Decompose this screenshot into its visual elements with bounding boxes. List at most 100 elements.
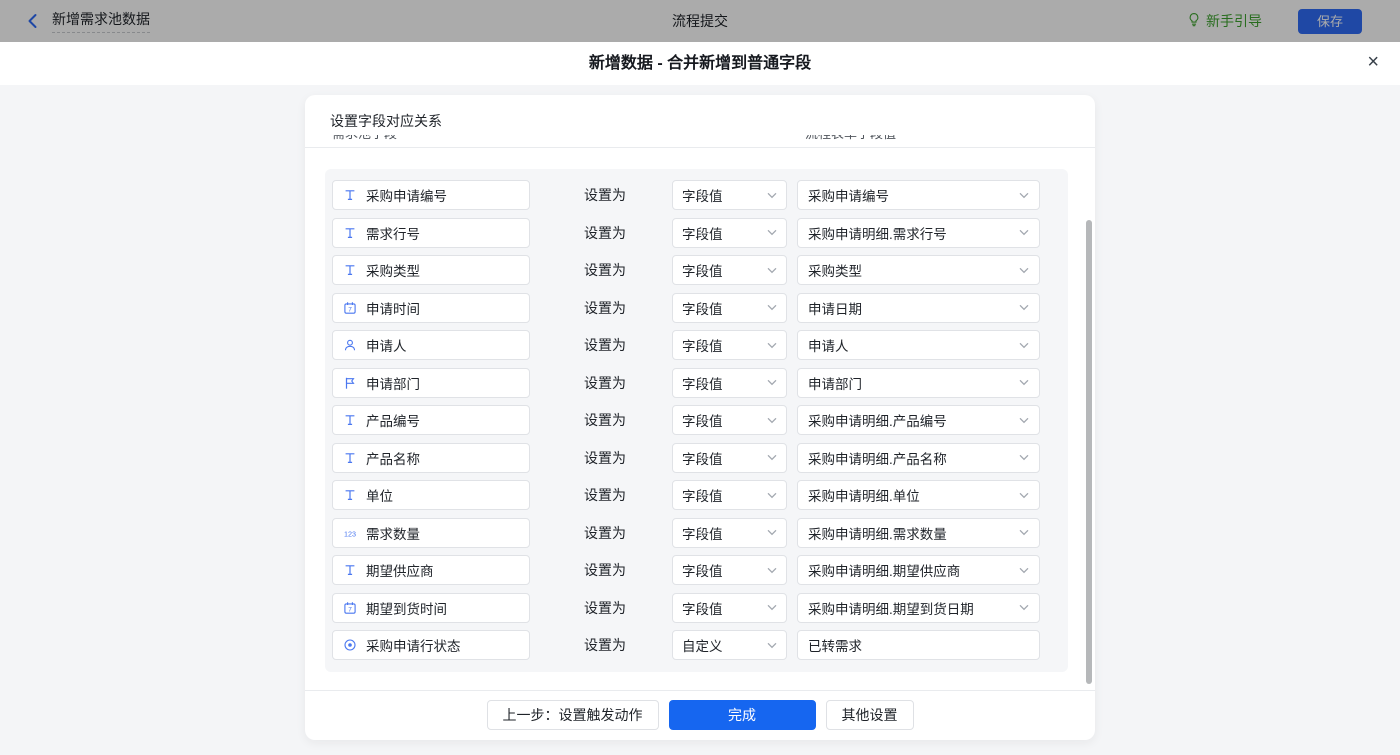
- target-field-box[interactable]: 产品编号: [332, 405, 530, 435]
- mode-select[interactable]: 字段值: [672, 180, 787, 210]
- set-as-label: 设置为: [584, 485, 628, 505]
- mapping-row: 产品名称 设置为 字段值 采购申请明细.产品名称: [332, 443, 1068, 473]
- target-field-box[interactable]: 单位: [332, 480, 530, 510]
- mode-select-value: 字段值: [682, 260, 723, 280]
- mode-select[interactable]: 字段值: [672, 255, 787, 285]
- value-select[interactable]: 采购申请明细.期望供应商: [797, 555, 1040, 585]
- modal-header: 新增数据 - 合并新增到普通字段 ×: [0, 42, 1400, 85]
- vertical-scrollbar-thumb[interactable]: [1086, 220, 1092, 684]
- save-button[interactable]: 保存: [1298, 9, 1362, 34]
- scrolled-column-headers: 需求池字段 流程表单字段值: [305, 135, 1095, 142]
- previous-step-button[interactable]: 上一步：设置触发动作: [487, 700, 659, 730]
- target-field-box[interactable]: 7 申请时间: [332, 293, 530, 323]
- set-as-label: 设置为: [584, 335, 628, 355]
- header-divider: [305, 147, 1095, 148]
- beginner-guide-label: 新手引导: [1206, 11, 1262, 31]
- mode-select[interactable]: 字段值: [672, 443, 787, 473]
- chevron-down-icon: [1019, 529, 1029, 536]
- target-field-box[interactable]: 采购申请编号: [332, 180, 530, 210]
- target-field-box[interactable]: 采购类型: [332, 255, 530, 285]
- set-as-label: 设置为: [584, 223, 628, 243]
- chevron-down-icon: [1019, 342, 1029, 349]
- mapping-row: 采购申请编号 设置为 字段值 采购申请编号: [332, 180, 1068, 210]
- mapping-row: 产品编号 设置为 字段值 采购申请明细.产品编号: [332, 405, 1068, 435]
- value-select-value: 申请日期: [808, 298, 862, 318]
- svg-text:7: 7: [348, 606, 352, 613]
- set-as-label: 设置为: [584, 298, 628, 318]
- target-field-box[interactable]: 产品名称: [332, 443, 530, 473]
- mode-select[interactable]: 字段值: [672, 555, 787, 585]
- beginner-guide-link[interactable]: 新手引导: [1187, 0, 1262, 42]
- mode-select[interactable]: 字段值: [672, 293, 787, 323]
- mode-select-value: 字段值: [682, 373, 723, 393]
- value-select-value: 申请部门: [808, 373, 862, 393]
- value-select[interactable]: 申请人: [797, 330, 1040, 360]
- value-select[interactable]: 采购申请明细.产品编号: [797, 405, 1040, 435]
- value-select-value: 采购申请编号: [808, 185, 889, 205]
- other-settings-button[interactable]: 其他设置: [826, 700, 914, 730]
- chevron-down-icon: [767, 604, 777, 611]
- value-select-value: 采购类型: [808, 260, 862, 280]
- value-select[interactable]: 采购申请明细.产品名称: [797, 443, 1040, 473]
- target-field-box[interactable]: 7 期望到货时间: [332, 593, 530, 623]
- mode-select-value: 字段值: [682, 560, 723, 580]
- field-label: 申请时间: [366, 298, 420, 318]
- lightbulb-icon: [1187, 12, 1201, 30]
- value-select[interactable]: 采购申请明细.单位: [797, 480, 1040, 510]
- field-label: 期望到货时间: [366, 598, 447, 618]
- text-field-icon: [342, 188, 358, 202]
- value-select[interactable]: 采购申请明细.期望到货日期: [797, 593, 1040, 623]
- value-select[interactable]: 申请日期: [797, 293, 1040, 323]
- mode-select[interactable]: 字段值: [672, 405, 787, 435]
- target-field-box[interactable]: 申请人: [332, 330, 530, 360]
- target-field-box[interactable]: 需求行号: [332, 218, 530, 248]
- target-field-box[interactable]: 采购申请行状态: [332, 630, 530, 660]
- set-as-label: 设置为: [584, 448, 628, 468]
- text-field-icon: [342, 451, 358, 465]
- field-label: 申请人: [366, 335, 407, 355]
- value-select[interactable]: 采购申请编号: [797, 180, 1040, 210]
- close-icon[interactable]: ×: [1367, 42, 1379, 85]
- target-field-box[interactable]: 期望供应商: [332, 555, 530, 585]
- finish-button[interactable]: 完成: [669, 700, 816, 730]
- top-app-bar: 新增需求池数据 流程提交 新手引导 保存: [0, 0, 1400, 42]
- value-select[interactable]: 申请部门: [797, 368, 1040, 398]
- calendar-field-icon: 7: [342, 301, 358, 315]
- target-field-box[interactable]: 申请部门: [332, 368, 530, 398]
- field-label: 需求数量: [366, 523, 420, 543]
- text-field-icon: [342, 263, 358, 277]
- chevron-down-icon: [767, 379, 777, 386]
- mode-select[interactable]: 字段值: [672, 368, 787, 398]
- value-select-value: 采购申请明细.单位: [808, 485, 920, 505]
- mode-select[interactable]: 自定义: [672, 630, 787, 660]
- svg-text:7: 7: [348, 306, 352, 313]
- modal-body: 设置字段对应关系 需求池字段 流程表单字段值 采购申请编号 设置为 字段值 采购…: [0, 85, 1400, 755]
- chevron-down-icon: [1019, 229, 1029, 236]
- field-label: 期望供应商: [366, 560, 434, 580]
- mode-select[interactable]: 字段值: [672, 330, 787, 360]
- mode-select[interactable]: 字段值: [672, 518, 787, 548]
- mode-select[interactable]: 字段值: [672, 480, 787, 510]
- mapping-row: 期望供应商 设置为 字段值 采购申请明细.期望供应商: [332, 555, 1068, 585]
- chevron-down-icon: [767, 304, 777, 311]
- chevron-down-icon: [767, 342, 777, 349]
- value-select[interactable]: 采购申请明细.需求行号: [797, 218, 1040, 248]
- mapping-row: 需求行号 设置为 字段值 采购申请明细.需求行号: [332, 218, 1068, 248]
- mapping-row: 申请部门 设置为 字段值 申请部门: [332, 368, 1068, 398]
- value-select-value: 采购申请明细.产品名称: [808, 448, 947, 468]
- field-label: 采购类型: [366, 260, 420, 280]
- mode-select[interactable]: 字段值: [672, 218, 787, 248]
- text-field-icon: [342, 413, 358, 427]
- value-select[interactable]: 采购申请明细.需求数量: [797, 518, 1040, 548]
- value-select[interactable]: 采购类型: [797, 255, 1040, 285]
- field-label: 产品编号: [366, 410, 420, 430]
- value-text-input[interactable]: 已转需求: [797, 630, 1040, 660]
- chevron-down-icon: [767, 454, 777, 461]
- target-field-box[interactable]: 123 需求数量: [332, 518, 530, 548]
- value-select-value: 采购申请明细.期望到货日期: [808, 598, 974, 618]
- chevron-down-icon: [1019, 192, 1029, 199]
- text-field-icon: [342, 488, 358, 502]
- set-as-label: 设置为: [584, 598, 628, 618]
- mode-select[interactable]: 字段值: [672, 593, 787, 623]
- mapping-row: 7 申请时间 设置为 字段值 申请日期: [332, 293, 1068, 323]
